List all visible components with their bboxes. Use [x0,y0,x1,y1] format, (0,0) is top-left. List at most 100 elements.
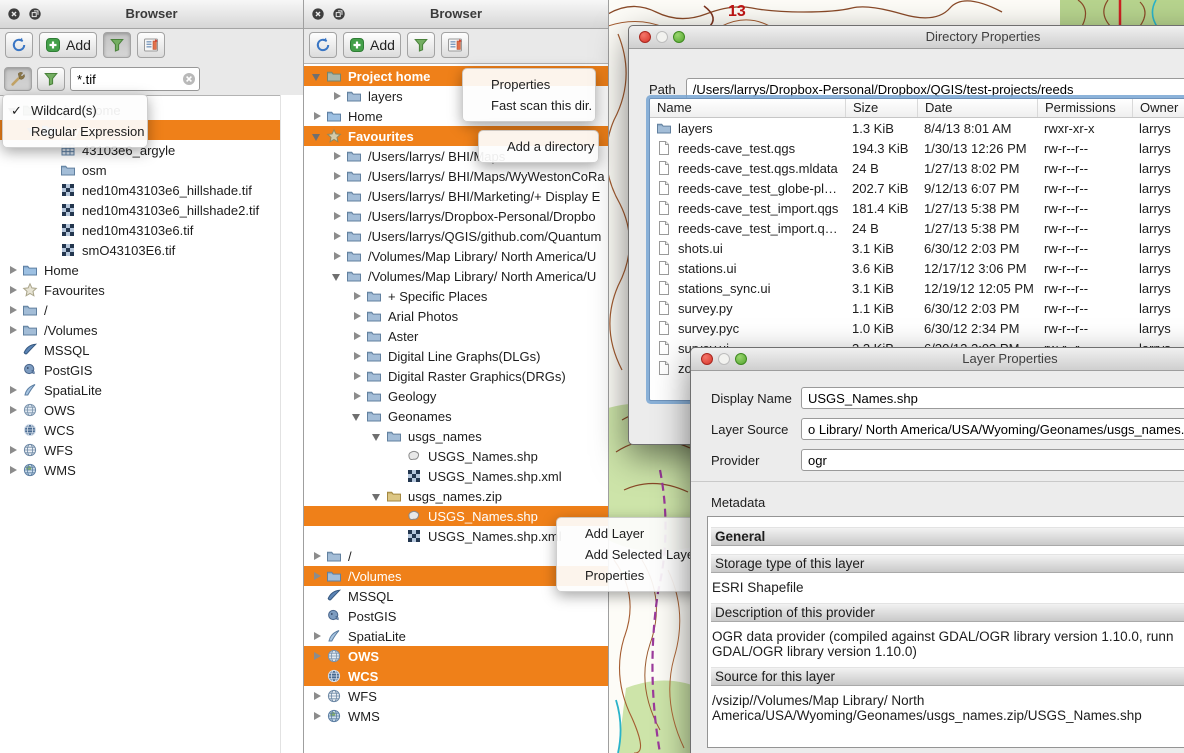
chevron-right-icon[interactable] [310,629,324,643]
chevron-down-icon[interactable] [350,409,364,423]
tree-item-osm[interactable]: osm [0,160,281,180]
tree-item-volumes[interactable]: /Volumes [0,320,281,340]
menu-item-wildcard-s[interactable]: ✓Wildcard(s) [3,100,147,121]
menu-item-add-selected-layers[interactable]: Add Selected Layers [557,544,705,565]
tree-item-ows[interactable]: OWS [0,400,281,420]
collapse-all-button[interactable] [441,32,469,58]
apply-filter-button[interactable] [37,67,65,91]
chevron-right-icon[interactable] [310,549,324,563]
menu-item-properties[interactable]: Properties [463,74,595,95]
refresh-button[interactable] [309,32,337,58]
tree-item-wfs[interactable]: WFS [0,440,281,460]
collapse-all-button[interactable] [137,32,165,58]
tree-scroll-gutter[interactable] [280,95,303,753]
tree-item-geology[interactable]: Geology [304,386,608,406]
provider-input[interactable] [801,449,1184,471]
clear-filter-icon[interactable] [181,71,197,87]
filter-options-button[interactable] [4,67,32,91]
chevron-down-icon[interactable] [370,429,384,443]
tree-item-usgs-names-shp-xml[interactable]: USGS_Names.shp.xml [304,466,608,486]
tree-item-wfs[interactable]: WFS [304,686,608,706]
tree-item-volumes-map-library-north-america-u[interactable]: /Volumes/Map Library/ North America/U [304,246,608,266]
tree-item-ows[interactable]: OWS [304,646,608,666]
chevron-right-icon[interactable] [6,263,20,277]
table-row[interactable]: reeds-cave_test_import.q…24 B1/27/13 5:3… [650,218,1184,238]
table-row[interactable]: reeds-cave_test.qgs194.3 KiB1/30/13 12:2… [650,138,1184,158]
tree-item-users-larrys-bhi-maps-wywestoncora[interactable]: /Users/larrys/ BHI/Maps/WyWestonCoRa [304,166,608,186]
tree-item-arial-photos[interactable]: Arial Photos [304,306,608,326]
table-row[interactable]: layers1.3 KiB8/4/13 8:01 AMrwxr-xr-xlarr… [650,118,1184,138]
dialog-titlebar[interactable]: Layer Properties [691,348,1184,371]
tree-item-mssql[interactable]: MSSQL [0,340,281,360]
chevron-down-icon[interactable] [330,269,344,283]
tree-item-ned10m43103e6-hillshade2-tif[interactable]: ned10m43103e6_hillshade2.tif [0,200,281,220]
tree-item-usgs-names[interactable]: usgs_names [304,426,608,446]
chevron-right-icon[interactable] [330,229,344,243]
refresh-button[interactable] [5,32,33,58]
table-row[interactable]: reeds-cave_test.qgs.mldata24 B1/27/13 8:… [650,158,1184,178]
metadata-box[interactable]: GeneralStorage type of this layerESRI Sh… [707,516,1184,748]
tree-item-wms[interactable]: WMS [304,706,608,726]
column-header-owner[interactable]: Owner [1132,99,1184,117]
chevron-right-icon[interactable] [6,403,20,417]
chevron-right-icon[interactable] [350,389,364,403]
tree-item-digital-raster-graphics-drgs[interactable]: Digital Raster Graphics(DRGs) [304,366,608,386]
tree-item-wms[interactable]: WMS [0,460,281,480]
tree-item-users-larrys-dropbox-personal-dropbo[interactable]: /Users/larrys/Dropbox-Personal/Dropbo [304,206,608,226]
chevron-right-icon[interactable] [330,89,344,103]
menu-item-fast-scan-this-dir[interactable]: Fast scan this dir. [463,95,595,116]
column-header-permissions[interactable]: Permissions [1037,99,1132,117]
chevron-right-icon[interactable] [350,309,364,323]
chevron-right-icon[interactable] [310,109,324,123]
tree-item-home[interactable]: Home [0,260,281,280]
tree-item-specific-places[interactable]: + Specific Places [304,286,608,306]
table-row[interactable]: shots.ui3.1 KiB6/30/12 2:03 PMrw-r--r--l… [650,238,1184,258]
column-header-size[interactable]: Size [845,99,917,117]
tree-item-smo43103e6-tif[interactable]: smO43103E6.tif [0,240,281,260]
chevron-right-icon[interactable] [6,303,20,317]
chevron-right-icon[interactable] [350,349,364,363]
chevron-right-icon[interactable] [310,649,324,663]
chevron-right-icon[interactable] [310,569,324,583]
menu-item-add-layer[interactable]: Add Layer [557,523,705,544]
tree-item-aster[interactable]: Aster [304,326,608,346]
column-header-date[interactable]: Date [917,99,1037,117]
chevron-right-icon[interactable] [330,209,344,223]
chevron-right-icon[interactable] [330,189,344,203]
dialog-titlebar[interactable]: Directory Properties [629,26,1184,49]
tree-item-favourites[interactable]: Favourites [0,280,281,300]
tree-item-wcs[interactable]: WCS [0,420,281,440]
tree-item-spatialite[interactable]: SpatiaLite [304,626,608,646]
table-row[interactable]: stations_sync.ui3.1 KiB12/19/12 12:05 PM… [650,278,1184,298]
tree-item-ned10m43103e6-tif[interactable]: ned10m43103e6.tif [0,220,281,240]
menu-item-regular-expression[interactable]: Regular Expression [3,121,147,142]
tree-item-volumes-map-library-north-america-u[interactable]: /Volumes/Map Library/ North America/U [304,266,608,286]
chevron-right-icon[interactable] [350,329,364,343]
table-row[interactable]: survey.pyc1.0 KiB6/30/12 2:34 PMrw-r--r-… [650,318,1184,338]
chevron-right-icon[interactable] [330,149,344,163]
column-header-name[interactable]: Name [650,99,845,117]
chevron-right-icon[interactable] [6,283,20,297]
chevron-right-icon[interactable] [330,249,344,263]
tree-item-usgs-names-zip[interactable]: usgs_names.zip [304,486,608,506]
chevron-down-icon[interactable] [370,489,384,503]
display-name-input[interactable] [801,387,1184,409]
filter-toggle-button[interactable] [103,32,131,58]
filter-toggle-button[interactable] [407,32,435,58]
chevron-right-icon[interactable] [310,689,324,703]
chevron-right-icon[interactable] [6,323,20,337]
chevron-right-icon[interactable] [350,369,364,383]
table-row[interactable]: stations.ui3.6 KiB12/17/12 3:06 PMrw-r--… [650,258,1184,278]
tree-item-item[interactable]: / [0,300,281,320]
chevron-right-icon[interactable] [330,169,344,183]
layer-source-input[interactable] [801,418,1184,440]
table-row[interactable]: reeds-cave_test_import.qgs181.4 KiB1/27/… [650,198,1184,218]
chevron-right-icon[interactable] [310,709,324,723]
tree-item-ned10m43103e6-hillshade-tif[interactable]: ned10m43103e6_hillshade.tif [0,180,281,200]
tree-item-spatialite[interactable]: SpatiaLite [0,380,281,400]
chevron-right-icon[interactable] [350,289,364,303]
menu-item-add-a-directory[interactable]: Add a directory [479,136,598,157]
tree-item-postgis[interactable]: PostGIS [304,606,608,626]
chevron-right-icon[interactable] [6,463,20,477]
tree-item-users-larrys-qgis-github-com-quantum[interactable]: /Users/larrys/QGIS/github.com/Quantum [304,226,608,246]
